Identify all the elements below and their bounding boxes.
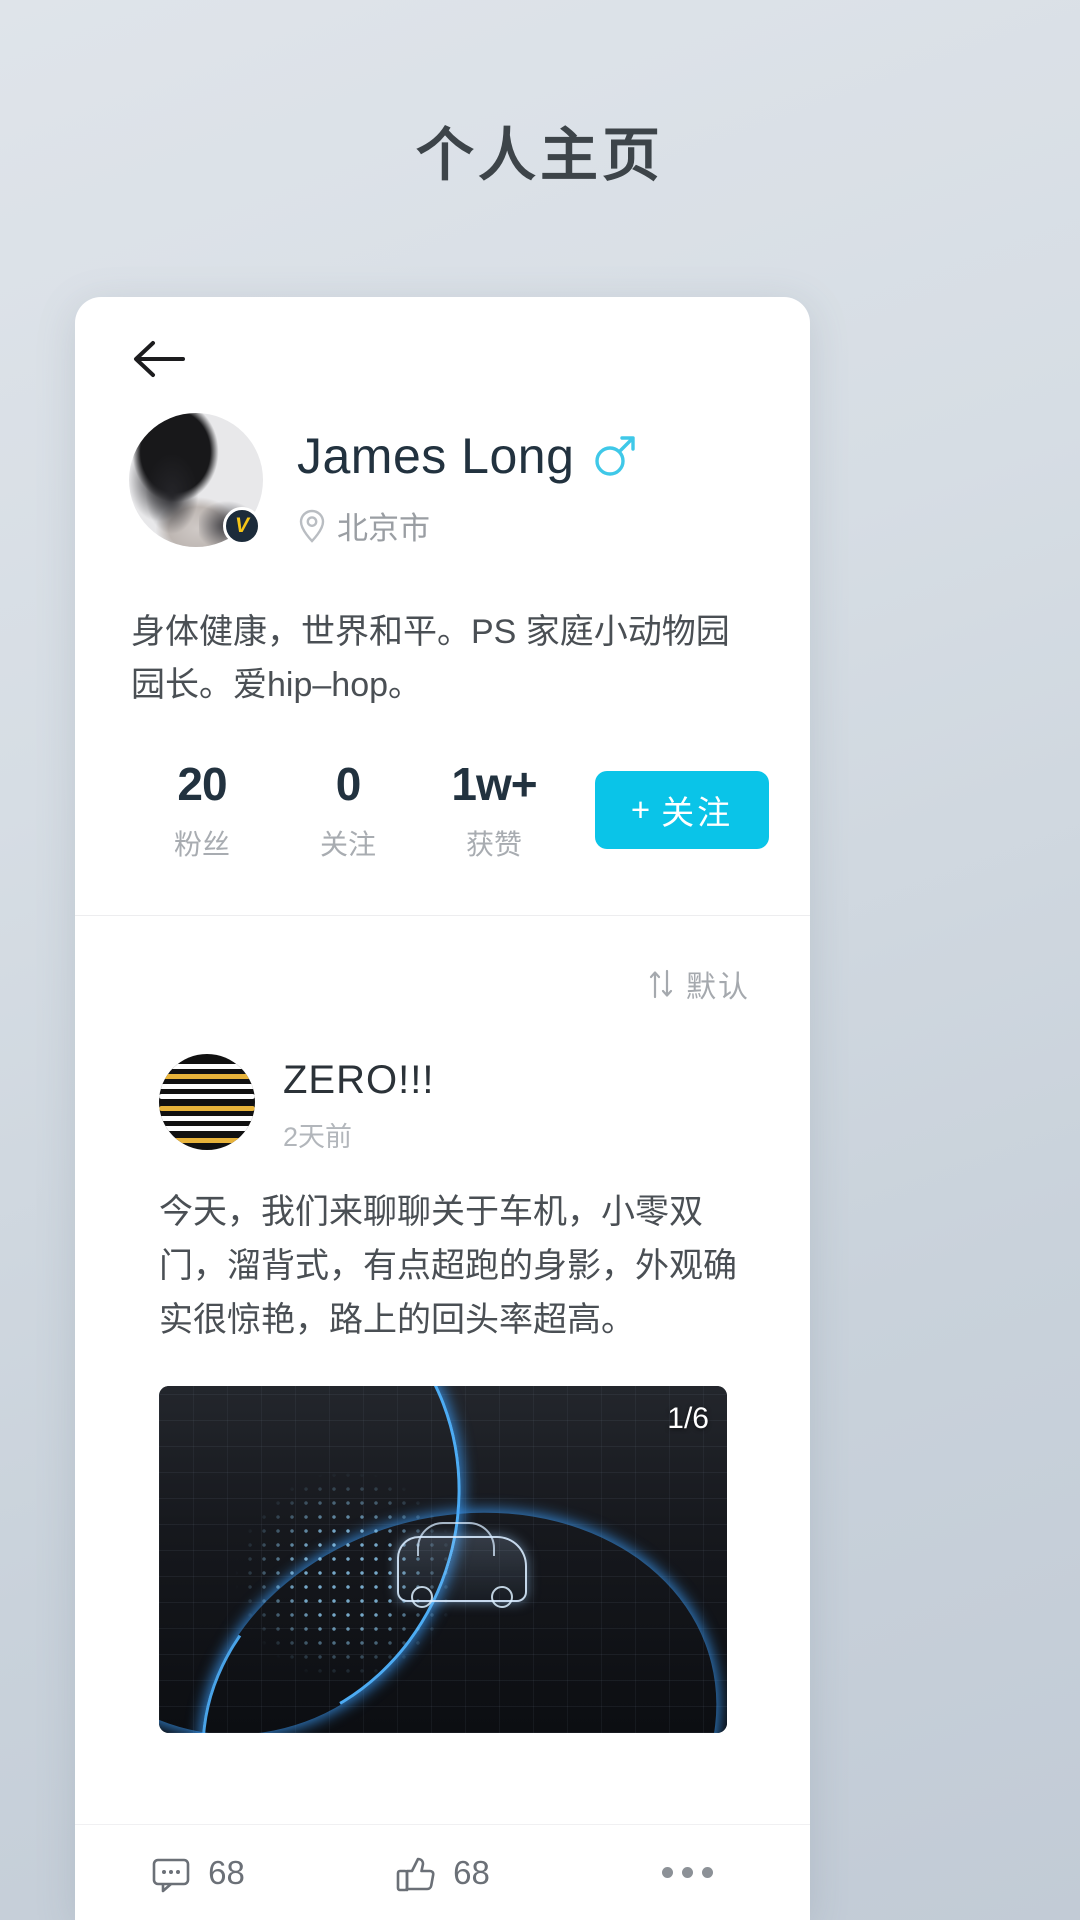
plus-icon: +: [630, 791, 654, 829]
follow-button-label: 关注: [661, 794, 734, 832]
profile-header: V James Long 北京市: [75, 379, 810, 548]
back-arrow-icon[interactable]: [131, 339, 810, 379]
location-pin-icon: [297, 509, 327, 543]
identity-block: James Long 北京市: [263, 413, 638, 548]
comment-button[interactable]: 68: [75, 1852, 320, 1894]
media-counter: 1/6: [667, 1401, 709, 1435]
stat-value: 0: [335, 758, 362, 811]
male-symbol-icon: [592, 433, 638, 479]
stats-row: 20 粉丝 0 关注 1w+ 获赞 + 关注: [75, 711, 810, 863]
more-dots-icon: [662, 1867, 713, 1878]
post-timestamp: 2天前: [283, 1122, 353, 1153]
location-text: 北京市: [337, 511, 430, 546]
comment-count: 68: [208, 1853, 245, 1891]
verified-badge: V: [223, 507, 261, 545]
post-item: ZERO!!! 2天前 今天，我们来聊聊关于车机，小零双门，溜背式，有点超跑的身…: [75, 1006, 810, 1733]
stat-following[interactable]: 0 关注: [275, 757, 421, 863]
sort-label: 默认: [686, 971, 750, 1005]
stat-value: 20: [177, 758, 227, 811]
comment-icon: [150, 1852, 192, 1894]
stat-followers[interactable]: 20 粉丝: [129, 757, 275, 863]
back-bar: [75, 297, 810, 379]
like-count: 68: [453, 1853, 490, 1891]
post-author-name: ZERO!!!: [283, 1058, 435, 1103]
stat-label: 获赞: [465, 829, 522, 861]
stat-likes[interactable]: 1w+ 获赞: [421, 757, 567, 863]
profile-card: V James Long 北京市 身体健康，世界和平。PS 家庭小动物园园长。爱…: [75, 297, 810, 1920]
profile-bio: 身体健康，世界和平。PS 家庭小动物园园长。爱hip–hop。: [131, 613, 730, 704]
post-header: ZERO!!! 2天前: [75, 1054, 810, 1154]
name-row: James Long: [297, 427, 638, 485]
more-button[interactable]: [565, 1867, 810, 1878]
follow-button[interactable]: + 关注: [595, 771, 769, 850]
profile-name: James Long: [297, 428, 575, 484]
sort-updown-icon: [648, 969, 674, 999]
post-author-avatar[interactable]: [159, 1054, 255, 1151]
post-text: 今天，我们来聊聊关于车机，小零双门，溜背式，有点超跑的身影，外观确实很惊艳，路上…: [159, 1193, 737, 1339]
post-action-bar: 68 68: [75, 1824, 810, 1920]
location-row: 北京市: [297, 503, 638, 548]
page-title: 个人主页: [415, 123, 664, 188]
post-media[interactable]: 1/6: [159, 1385, 727, 1733]
thumbs-up-icon: [395, 1852, 437, 1894]
stat-label: 粉丝: [173, 829, 230, 861]
avatar[interactable]: V: [129, 413, 263, 547]
post-meta: ZERO!!! 2天前: [255, 1054, 434, 1154]
like-button[interactable]: 68: [320, 1852, 565, 1894]
car-illustration: [397, 1521, 527, 1608]
sort-control[interactable]: 默认: [75, 916, 810, 1006]
stat-label: 关注: [319, 829, 376, 861]
stat-value: 1w+: [451, 758, 537, 811]
